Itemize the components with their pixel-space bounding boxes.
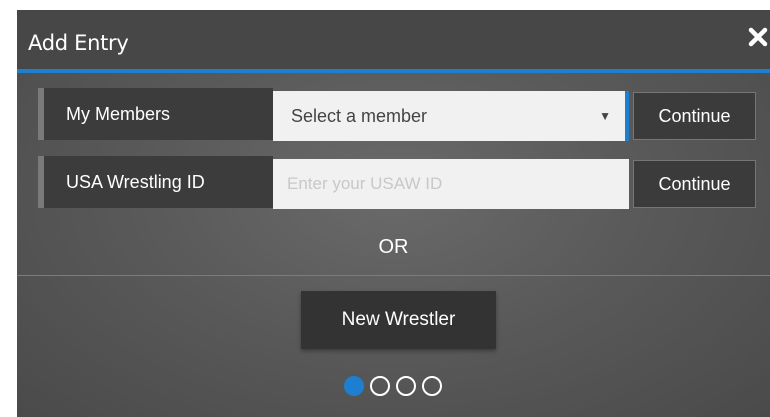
close-button[interactable]	[746, 22, 770, 52]
usaw-id-row: USA Wrestling ID Continue	[38, 156, 756, 209]
divider	[17, 275, 770, 276]
modal-title: Add Entry	[28, 31, 129, 55]
my-members-row: My Members Select a member ▼ Continue	[38, 88, 756, 141]
usaw-continue-button[interactable]: Continue	[633, 160, 756, 208]
modal-header: Add Entry	[17, 10, 770, 69]
row-label-cell: My Members	[44, 88, 273, 140]
step-dot-3[interactable]	[396, 376, 416, 396]
step-dot-2[interactable]	[370, 376, 390, 396]
new-wrestler-button[interactable]: New Wrestler	[301, 291, 496, 349]
my-members-label: My Members	[66, 104, 171, 124]
or-separator-label: OR	[378, 236, 409, 258]
row-label-cell: USA Wrestling ID	[44, 156, 273, 208]
step-dot-1[interactable]	[344, 376, 364, 396]
usaw-id-input[interactable]	[273, 159, 629, 209]
usaw-id-label: USA Wrestling ID	[66, 172, 205, 192]
header-accent-rule	[17, 69, 770, 73]
member-select[interactable]: Select a member ▼	[273, 91, 629, 141]
close-icon	[748, 27, 768, 47]
caret-down-icon: ▼	[599, 109, 611, 123]
step-indicator	[344, 376, 464, 396]
member-select-value: Select a member	[291, 106, 428, 126]
step-dot-4[interactable]	[422, 376, 442, 396]
members-continue-button[interactable]: Continue	[633, 92, 756, 140]
add-entry-modal: Add Entry My Members Select a member ▼ C…	[17, 10, 770, 417]
